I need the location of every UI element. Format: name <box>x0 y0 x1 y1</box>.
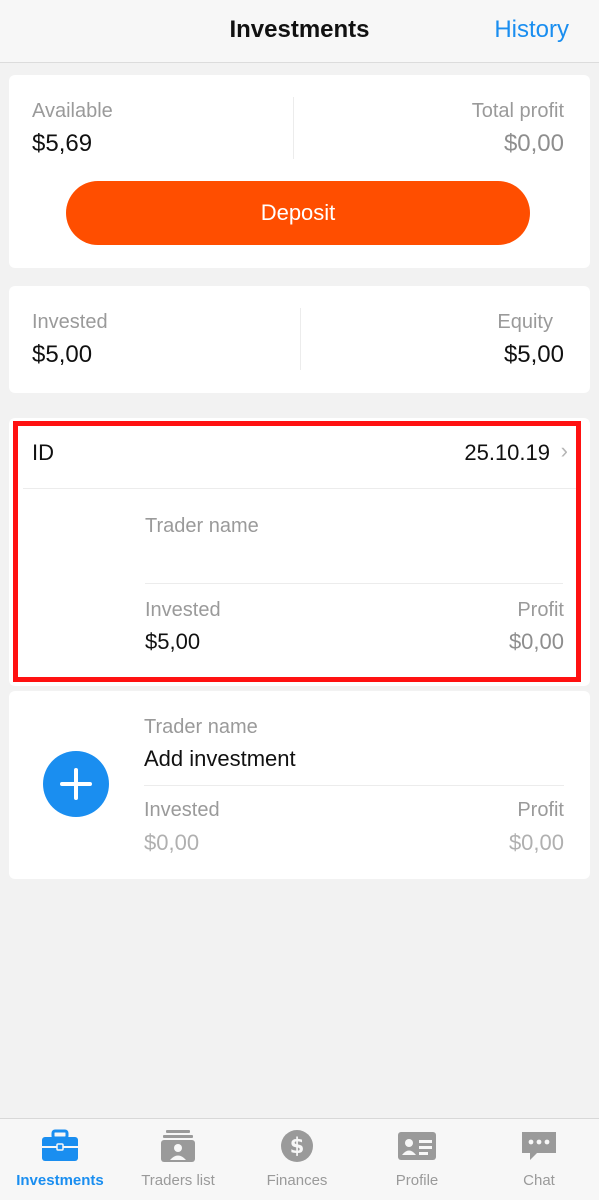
plus-icon[interactable] <box>43 751 109 817</box>
tab-chat[interactable]: Chat <box>479 1119 599 1200</box>
invested-label: Invested <box>144 799 220 821</box>
add-investment-title: Add investment <box>144 746 296 771</box>
tab-label: Finances <box>266 1172 328 1189</box>
tab-finances[interactable]: $ Finances <box>237 1119 357 1200</box>
divider <box>23 488 578 489</box>
tab-label: Chat <box>523 1172 555 1189</box>
equity-value: $5,00 <box>503 341 564 368</box>
investment-date: 25.10.19 <box>464 440 550 465</box>
invested-value: $5,00 <box>145 629 201 654</box>
trader-name-label: Trader name <box>145 515 259 537</box>
tab-label: Investments <box>16 1172 104 1189</box>
total-profit-value: $0,00 <box>503 130 564 157</box>
invested-value: $0,00 <box>144 830 200 855</box>
equity-label: Equity <box>497 311 553 333</box>
tab-bar: Investments Traders list $ Finances Prof… <box>0 1118 599 1200</box>
briefcase-icon <box>42 1129 78 1161</box>
available-value: $5,69 <box>32 130 93 157</box>
profit-value: $0,00 <box>508 830 564 855</box>
balance-card: Available $5,69 Total profit $0,00 Depos… <box>9 75 590 268</box>
svg-text:$: $ <box>290 1134 305 1158</box>
divider <box>144 785 564 786</box>
nav-bar: Investments History <box>0 0 599 63</box>
deposit-button[interactable]: Deposit <box>66 181 530 245</box>
divider <box>145 583 563 584</box>
total-profit-label: Total profit <box>471 100 564 122</box>
available-label: Available <box>32 100 113 122</box>
profit-label: Profit <box>517 599 564 621</box>
chevron-right-icon: › <box>560 438 568 463</box>
tab-investments[interactable]: Investments <box>0 1119 120 1200</box>
dollar-icon: $ <box>281 1130 313 1162</box>
add-investment-card[interactable]: Trader name Add investment Invested $0,0… <box>9 691 590 879</box>
investment-card[interactable]: ID 25.10.19 › Trader name Invested $5,00… <box>9 418 590 686</box>
tab-traders-list[interactable]: Traders list <box>118 1119 238 1200</box>
trader-name-label: Trader name <box>144 716 258 738</box>
invested-label: Invested <box>32 311 108 333</box>
divider <box>300 308 301 370</box>
profit-value: $0,00 <box>508 629 564 654</box>
investment-id-label: ID <box>32 440 54 465</box>
tab-profile[interactable]: Profile <box>357 1119 477 1200</box>
history-link[interactable]: History <box>494 16 569 44</box>
invested-value: $5,00 <box>32 341 93 368</box>
chat-icon <box>522 1132 556 1160</box>
divider <box>293 97 294 159</box>
tab-label: Profile <box>395 1172 439 1189</box>
id-card-icon <box>398 1132 436 1160</box>
tab-label: Traders list <box>141 1172 215 1189</box>
equity-card: Invested $5,00 Equity $5,00 <box>9 286 590 393</box>
profit-label: Profit <box>517 799 564 821</box>
invested-label: Invested <box>145 599 221 621</box>
traders-list-icon <box>161 1130 195 1162</box>
